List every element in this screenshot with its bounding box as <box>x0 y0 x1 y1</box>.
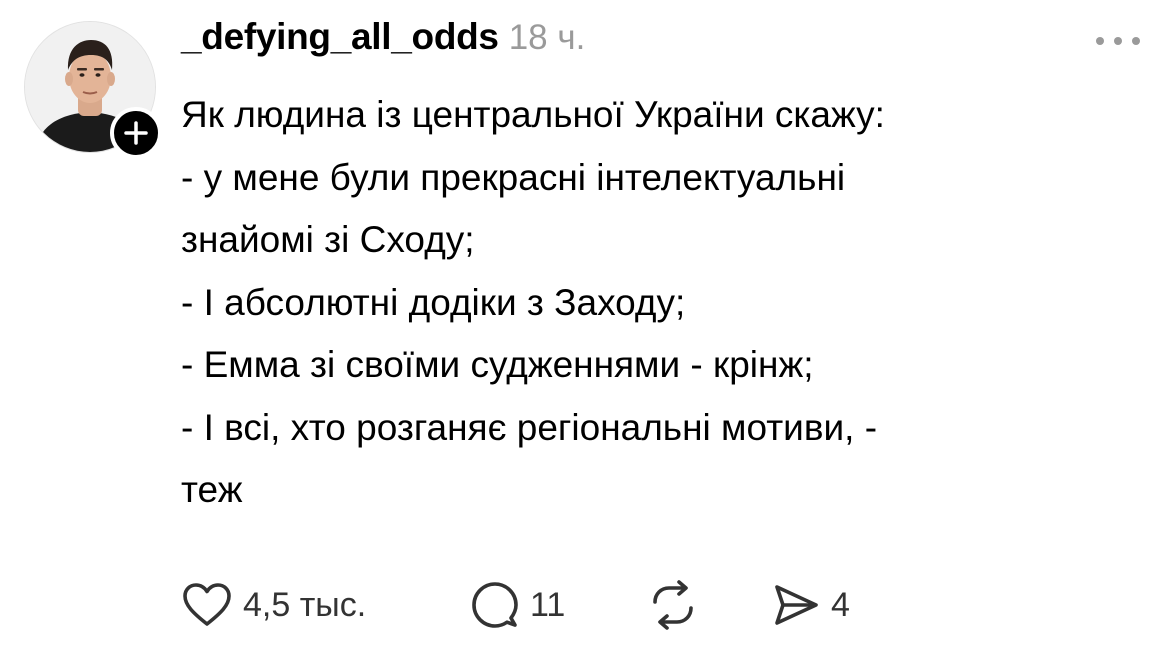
avatar-container <box>24 21 162 159</box>
post-text-line: - Емма зі своїми судженнями - крінж; <box>181 344 814 385</box>
post-text-line: - у мене були прекрасні інтелектуальні <box>181 156 846 198</box>
follow-button[interactable] <box>110 107 162 159</box>
heart-icon <box>183 583 231 626</box>
ellipsis-icon <box>1096 37 1140 45</box>
post-timestamp: 18 ч. <box>508 18 586 57</box>
post-text-line: - І всі, хто розганяє регіональні мотиви… <box>181 406 878 448</box>
repost-arrows-icon <box>653 580 693 630</box>
more-options-button[interactable] <box>1088 26 1148 56</box>
share-button[interactable]: 4 <box>771 575 850 635</box>
post-text-line: теж <box>181 469 243 510</box>
username-link[interactable]: _defying_all_odds <box>181 16 499 58</box>
comment-button[interactable]: 11 <box>470 575 565 635</box>
plus-icon <box>124 121 148 145</box>
post-text-line: Як людина із центральної України скажу: <box>181 94 885 135</box>
comment-count: 11 <box>530 585 566 624</box>
post-text: Як людина із центральної України скажу: … <box>181 84 1111 522</box>
send-arrow-icon <box>775 585 818 625</box>
share-count: 4 <box>831 585 850 624</box>
post-text-line: знайомі зі Сходу; <box>181 219 475 260</box>
thread-post: _defying_all_odds 18 ч. Як людина із цен… <box>0 0 1161 670</box>
like-button[interactable]: 4,5 тыс. <box>181 575 366 635</box>
like-count: 4,5 тыс. <box>243 585 367 624</box>
speech-bubble-icon <box>472 582 518 628</box>
post-text-line: - І абсолютні додіки з Заходу; <box>181 281 686 323</box>
post-actions-bar: 4,5 тыс. 11 4 <box>181 575 1081 635</box>
repost-button[interactable] <box>647 575 699 635</box>
post-header: _defying_all_odds 18 ч. <box>181 16 585 66</box>
